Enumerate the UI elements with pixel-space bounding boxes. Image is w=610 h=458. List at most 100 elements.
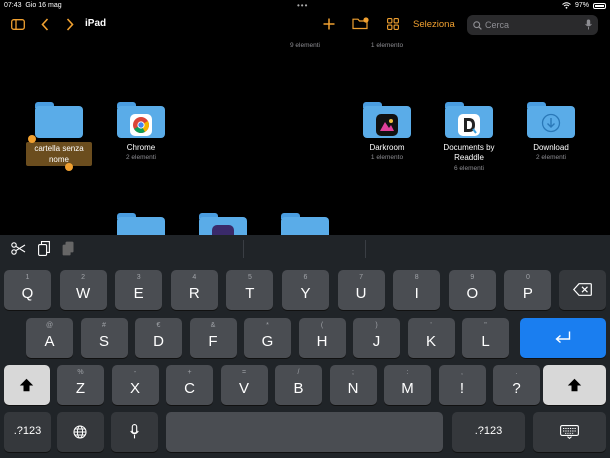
- search-icon: [473, 21, 482, 30]
- return-icon: [555, 331, 571, 344]
- key-alt-label: 4: [192, 274, 197, 281]
- delete-key[interactable]: [559, 270, 606, 310]
- search-input[interactable]: Cerca: [467, 15, 598, 35]
- rename-field[interactable]: cartella senza nome: [24, 143, 94, 165]
- dismiss-keyboard-key[interactable]: [533, 412, 606, 452]
- globe-key[interactable]: [57, 412, 104, 452]
- key-x[interactable]: -X: [111, 365, 159, 405]
- folder-count: 2 elementi: [536, 154, 566, 161]
- key-o[interactable]: 9O: [448, 270, 496, 310]
- back-chevron-icon[interactable]: [41, 18, 49, 31]
- numbers-key-label: .?123: [474, 425, 503, 437]
- keyboard-dismiss-icon: [560, 425, 579, 439]
- shift-key-left[interactable]: [4, 365, 50, 405]
- status-bar: 07:43 Gio 16 mag ••• 97%: [0, 0, 610, 12]
- folder-darkroom[interactable]: [363, 102, 411, 138]
- globe-icon: [73, 425, 87, 439]
- key-a[interactable]: @ A: [26, 318, 73, 358]
- add-icon[interactable]: [323, 18, 335, 30]
- key-label: Q: [21, 285, 34, 302]
- paste-icon[interactable]: [62, 241, 74, 256]
- key-alt-label: /: [297, 369, 300, 376]
- wifi-icon: [562, 2, 571, 9]
- key-label: K: [425, 333, 436, 350]
- copy-icon[interactable]: [38, 241, 50, 256]
- key-label: R: [188, 285, 200, 302]
- cut-icon[interactable]: [11, 242, 26, 255]
- key-p[interactable]: 0P: [504, 270, 552, 310]
- key-alt-label: ;: [352, 369, 354, 376]
- shift-key-right[interactable]: [543, 365, 606, 405]
- key-label: S: [98, 333, 109, 350]
- key-w[interactable]: 2W: [59, 270, 107, 310]
- key-b[interactable]: / B: [275, 365, 322, 405]
- multitasking-dots-icon[interactable]: •••: [297, 1, 308, 10]
- key-alt-label: @: [45, 322, 54, 329]
- download-icon: [541, 113, 561, 133]
- new-folder-icon[interactable]: [352, 17, 369, 30]
- key-k[interactable]: ' K: [407, 318, 455, 358]
- numbers-key-right[interactable]: .?123: [452, 412, 525, 452]
- key-label: V: [238, 380, 249, 397]
- key-e[interactable]: 3E: [115, 270, 163, 310]
- key-question[interactable]: .?: [493, 365, 540, 405]
- shift-icon: [19, 378, 34, 392]
- toolbar-divider: [243, 240, 244, 258]
- selection-handle-start[interactable]: [28, 135, 36, 143]
- key-c[interactable]: + C: [166, 365, 213, 405]
- folder-new[interactable]: [35, 102, 83, 138]
- battery-icon: [593, 2, 606, 9]
- key-s[interactable]: # S: [80, 318, 128, 358]
- key-label: I: [414, 285, 419, 302]
- folder-documents[interactable]: [445, 102, 493, 138]
- key-l[interactable]: " L: [462, 318, 509, 358]
- sidebar-toggle-icon[interactable]: [11, 19, 25, 30]
- key-q[interactable]: 1Q: [4, 270, 51, 310]
- key-j[interactable]: ) J: [353, 318, 400, 358]
- key-y[interactable]: 6Y: [282, 270, 329, 310]
- key-exclaim[interactable]: ,!: [438, 365, 486, 405]
- search-placeholder: Cerca: [485, 20, 510, 30]
- dictation-key[interactable]: [111, 412, 158, 452]
- status-time-date: 07:43 Gio 16 mag: [4, 2, 62, 9]
- key-label: D: [153, 333, 164, 350]
- numbers-key-label: .?123: [13, 425, 42, 437]
- key-g[interactable]: * G: [244, 318, 291, 358]
- key-label: F: [208, 333, 218, 350]
- key-label: P: [522, 285, 533, 302]
- select-button[interactable]: Seleziona: [413, 19, 455, 30]
- key-alt-label: €: [156, 322, 161, 329]
- grid-view-icon[interactable]: [387, 18, 399, 30]
- key-t[interactable]: 5T: [226, 270, 274, 310]
- key-label: !: [459, 380, 465, 397]
- key-f[interactable]: & F: [189, 318, 237, 358]
- key-h[interactable]: (H: [298, 318, 346, 358]
- key-alt-label: ": [484, 322, 487, 329]
- chrome-icon: [130, 114, 152, 136]
- key-m[interactable]: :M: [384, 365, 431, 405]
- selection-handle-end[interactable]: [65, 163, 73, 171]
- microphone-icon: [130, 424, 139, 439]
- toolbar-divider: [365, 240, 366, 258]
- folder-name: Chrome: [126, 143, 156, 152]
- key-r[interactable]: 4R: [170, 270, 218, 310]
- key-z[interactable]: % Z: [57, 365, 104, 405]
- return-key[interactable]: [520, 318, 606, 358]
- key-u[interactable]: 7U: [337, 270, 385, 310]
- key-alt-label: 9: [470, 274, 475, 281]
- numbers-key-left[interactable]: .?123: [4, 412, 51, 452]
- key-n[interactable]: ; N: [329, 365, 377, 405]
- key-v[interactable]: = V: [220, 365, 268, 405]
- folder-download[interactable]: [527, 102, 575, 138]
- microphone-icon[interactable]: [585, 19, 592, 30]
- key-d[interactable]: € D: [135, 318, 182, 358]
- forward-chevron-icon[interactable]: [66, 18, 74, 31]
- key-alt-label: 0: [525, 274, 530, 281]
- key-alt-label: ,: [461, 369, 463, 376]
- key-alt-label: &: [210, 322, 216, 329]
- key-i[interactable]: 8I: [393, 270, 441, 310]
- key-alt-label: =: [241, 369, 247, 376]
- folder-chrome[interactable]: [117, 102, 165, 138]
- space-key[interactable]: [166, 412, 443, 452]
- folder-count: 6 elementi: [454, 165, 484, 172]
